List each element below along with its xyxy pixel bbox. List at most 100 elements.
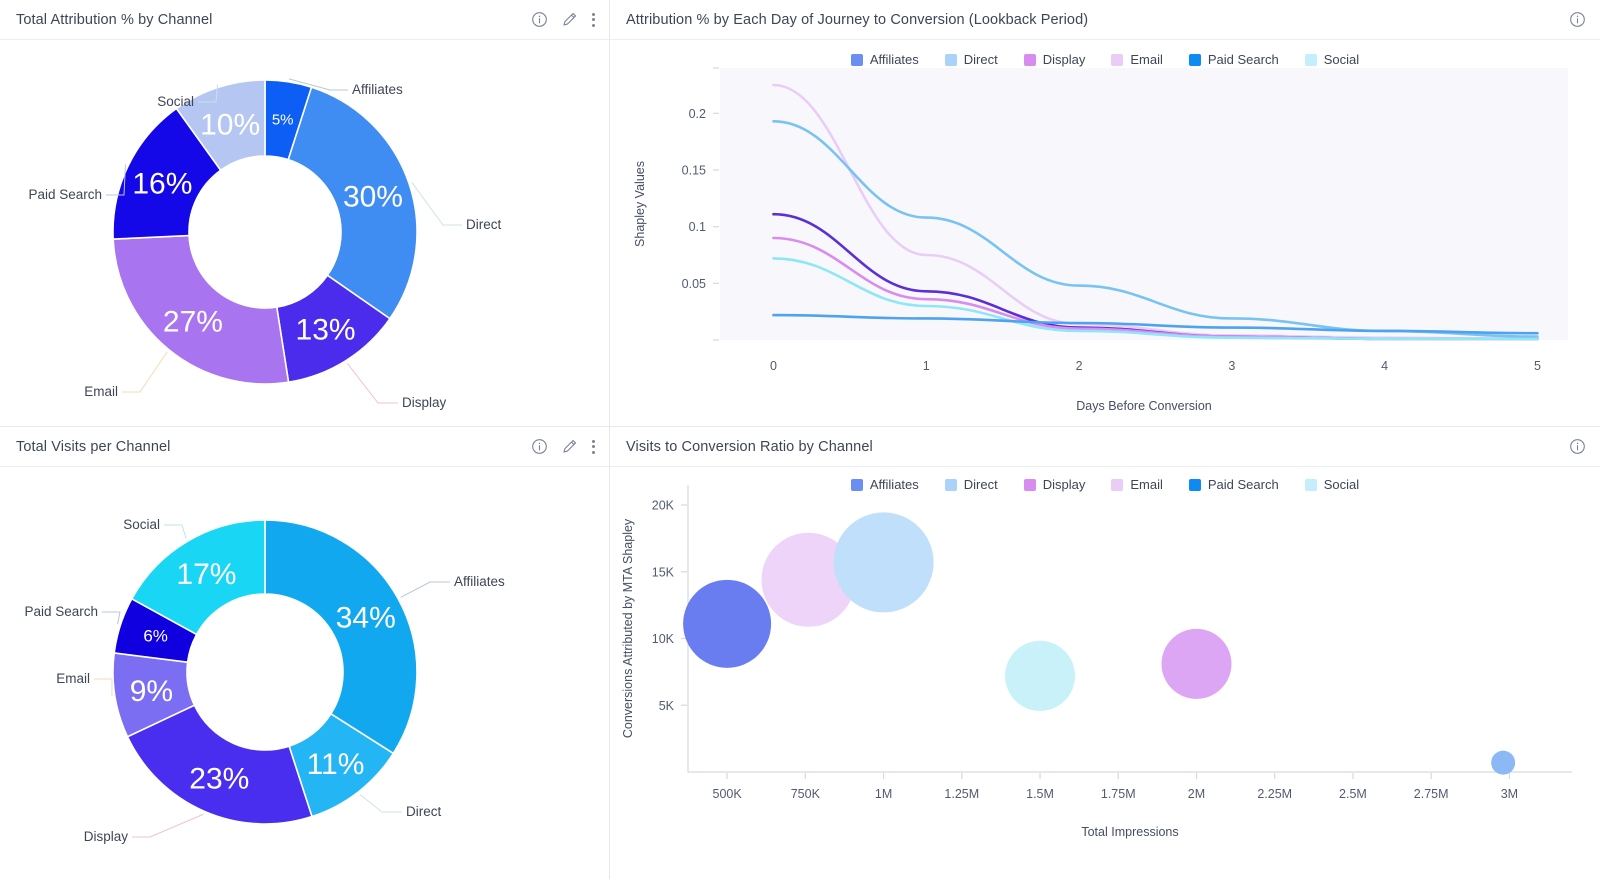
y-axis-tick-label: 15K <box>652 565 675 579</box>
panel-header-visits-ratio: Visits to Conversion Ratio by Channel <box>610 427 1600 467</box>
y-axis-tick-label: 0.15 <box>682 164 706 178</box>
donut-slice-value: 34% <box>336 602 396 635</box>
panel-total-attribution: Total Attribution % by Channel 5% 30% 13% 2… <box>0 0 610 426</box>
info-icon[interactable] <box>531 11 548 28</box>
total-attribution-donut[interactable]: 5% 30% 13% 27% 16%10% Affiliates Direct Displa… <box>0 40 610 425</box>
legend-swatch-icon <box>1188 53 1201 66</box>
donut-label: Paid Search <box>24 604 98 619</box>
donut-leader-line <box>164 524 187 539</box>
x-axis-tick-label: 1 <box>923 359 930 373</box>
donut-leader-line <box>94 678 113 697</box>
x-axis-tick-label: 2.75M <box>1414 787 1449 801</box>
legend-swatch-icon <box>1111 478 1124 491</box>
plot-axes <box>687 485 1572 773</box>
legend-item[interactable]: Display <box>1023 477 1086 492</box>
x-axis-tick-label: 4 <box>1381 359 1388 373</box>
legend-label: Affiliates <box>869 52 919 67</box>
legend-item[interactable]: Social <box>1304 477 1360 492</box>
bubble-point[interactable] <box>833 512 934 613</box>
bubble-point[interactable] <box>683 579 772 668</box>
x-axis-tick-label: 1M <box>875 787 892 801</box>
legend-item[interactable]: Direct <box>944 477 998 492</box>
x-axis-tick-label: 1.25M <box>944 787 979 801</box>
donut-leader-line <box>122 351 168 393</box>
panel-actions-total-visits <box>531 438 595 455</box>
legend-item[interactable]: Email <box>1111 477 1163 492</box>
more-icon[interactable] <box>591 11 595 28</box>
edit-icon[interactable] <box>561 11 578 28</box>
legend-item[interactable]: Direct <box>944 52 998 67</box>
legend-visits-ratio: Affiliates Direct Display Email Paid Search S… <box>610 477 1600 492</box>
chart-body-visits-ratio: Affiliates Direct Display Email Paid Search S… <box>610 467 1600 878</box>
x-axis-tick-label: 2.25M <box>1257 787 1292 801</box>
donut-leader-line <box>411 181 462 226</box>
panel-header-total-visits: Total Visits per Channel <box>0 427 609 467</box>
legend-swatch-icon <box>1304 53 1317 66</box>
y-axis-tick-label: 5K <box>659 699 675 713</box>
legend-item[interactable]: Affiliates <box>850 52 919 67</box>
panel-total-visits: Total Visits per Channel 34% 11% 23% 9% 6% 17… <box>0 426 610 879</box>
donut-slice-value: 11% <box>307 748 365 781</box>
y-axis-title: Conversions Attributed by MTA Shapley <box>621 518 635 738</box>
panel-actions-visits-ratio <box>1569 438 1586 455</box>
donut-leader-line <box>400 581 450 598</box>
chart-body-total-attribution: 5% 30% 13% 27% 16% 10% Affiliates Direct Displa… <box>0 40 609 425</box>
donut-slice-value: 16% <box>132 167 192 200</box>
info-icon[interactable] <box>531 438 548 455</box>
y-axis-tick-label: 10K <box>652 632 675 646</box>
legend-label: Affiliates <box>869 477 919 492</box>
legend-swatch-icon <box>944 53 957 66</box>
x-axis-tick-label: 500K <box>713 787 743 801</box>
donut-leader-line <box>132 813 204 838</box>
donut-slice-value: 9% <box>130 675 173 708</box>
donut-label: Email <box>56 671 90 686</box>
legend-item[interactable]: Paid Search <box>1188 477 1279 492</box>
legend-swatch-icon <box>944 478 957 491</box>
legend-swatch-icon <box>1304 478 1317 491</box>
donut-label: Display <box>84 829 129 844</box>
donut-label: Display <box>402 395 447 410</box>
donut-slice[interactable] <box>264 519 418 755</box>
legend-swatch-icon <box>1023 478 1036 491</box>
attribution-by-day-line[interactable]: 0.05 0.1 0.15 0.2 0 1 2 3 4 5 Days Before Conversi… <box>610 40 1600 425</box>
x-axis-tick-label: 2 <box>1076 359 1083 373</box>
legend-label: Social <box>1323 477 1360 492</box>
donut-label: Direct <box>466 217 502 232</box>
panel-visits-ratio: Visits to Conversion Ratio by Channel Af… <box>610 426 1600 879</box>
visits-conversion-bubble[interactable]: 5K 10K 15K 20K 500K 750K 1M 1.25M 1.5M 1.75M 2M 2.2… <box>610 467 1600 879</box>
bubble-point[interactable] <box>1161 628 1232 699</box>
edit-icon[interactable] <box>561 438 578 455</box>
legend-item[interactable]: Paid Search <box>1188 52 1279 67</box>
legend-label: Direct <box>963 52 998 67</box>
y-axis-title: Shapley Values <box>633 161 647 247</box>
legend-swatch-icon <box>1188 478 1201 491</box>
legend-item[interactable]: Email <box>1111 52 1163 67</box>
donut-leader-line <box>359 794 402 813</box>
legend-item[interactable]: Social <box>1304 52 1360 67</box>
legend-item[interactable]: Display <box>1023 52 1085 67</box>
legend-label: Social <box>1323 52 1360 67</box>
legend-label: Paid Search <box>1207 52 1279 67</box>
x-axis-tick-label: 3 <box>1228 359 1235 373</box>
x-axis-tick-label: 2M <box>1188 787 1205 801</box>
info-icon[interactable] <box>1569 11 1586 28</box>
bubble-point[interactable] <box>1005 640 1076 711</box>
total-visits-donut[interactable]: 34% 11% 23% 9% 6% 17% Affiliates Direct Display… <box>0 467 610 879</box>
donut-label: Email <box>84 384 118 399</box>
legend-item[interactable]: Affiliates <box>850 477 919 492</box>
panel-header-total-attribution: Total Attribution % by Channel <box>0 0 609 40</box>
legend-label: Display <box>1042 477 1086 492</box>
y-axis-tick-label: 0.1 <box>689 220 706 234</box>
donut-slice-value: 30% <box>343 180 403 213</box>
donut-label: Affiliates <box>454 574 505 589</box>
x-axis-tick-label: 5 <box>1534 359 1541 373</box>
y-axis-tick-label: 0.2 <box>689 107 706 121</box>
legend-label: Direct <box>963 477 998 492</box>
panel-header-attribution-by-day: Attribution % by Each Day of Journey to … <box>610 0 1600 40</box>
legend-label: Email <box>1130 477 1163 492</box>
dashboard-grid: Total Attribution % by Channel 5% 30% 13% 2… <box>0 0 1600 879</box>
info-icon[interactable] <box>1569 438 1586 455</box>
more-icon[interactable] <box>591 438 595 455</box>
bubble-point[interactable] <box>1491 750 1516 775</box>
legend-swatch-icon <box>850 478 863 491</box>
